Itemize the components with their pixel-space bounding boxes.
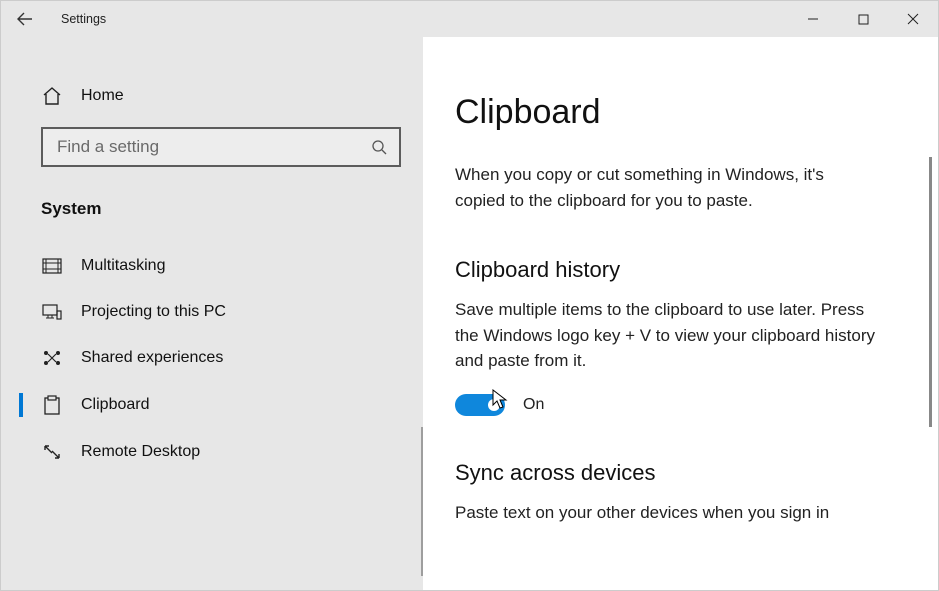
sidebar-item-home[interactable]: Home: [1, 77, 423, 115]
clipboard-history-desc: Save multiple items to the clipboard to …: [455, 297, 875, 374]
nav-label: Multitasking: [81, 257, 165, 275]
window-controls: [788, 1, 938, 37]
nav-label: Remote Desktop: [81, 443, 200, 461]
search-placeholder: Find a setting: [57, 137, 371, 157]
search-icon: [371, 139, 387, 155]
sidebar-item-remote[interactable]: Remote Desktop: [1, 429, 423, 475]
remote-icon: [41, 443, 63, 461]
nav-label: Shared experiences: [81, 349, 223, 367]
shared-icon: [41, 349, 63, 367]
home-label: Home: [81, 87, 124, 105]
maximize-icon: [858, 14, 869, 25]
sidebar: Home Find a setting System Multitasking: [1, 37, 423, 590]
sidebar-item-clipboard[interactable]: Clipboard: [1, 381, 423, 429]
nav-label: Projecting to this PC: [81, 303, 226, 321]
sync-devices-desc: Paste text on your other devices when yo…: [455, 500, 875, 526]
back-button[interactable]: [1, 1, 49, 37]
settings-window: Settings Home Find a sett: [0, 0, 939, 591]
home-icon: [41, 87, 63, 105]
projecting-icon: [41, 304, 63, 320]
sidebar-item-multitasking[interactable]: Multitasking: [1, 243, 423, 289]
sidebar-item-shared[interactable]: Shared experiences: [1, 335, 423, 381]
content-scrollbar[interactable]: [929, 157, 932, 427]
toggle-state-label: On: [523, 396, 544, 414]
arrow-left-icon: [17, 11, 33, 27]
nav-label: Clipboard: [81, 396, 149, 414]
search-input[interactable]: Find a setting: [41, 127, 401, 167]
maximize-button[interactable]: [838, 1, 888, 37]
page-intro: When you copy or cut something in Window…: [455, 162, 875, 213]
minimize-icon: [807, 13, 819, 25]
page-title: Clipboard: [455, 93, 892, 132]
sidebar-item-projecting[interactable]: Projecting to this PC: [1, 289, 423, 335]
section-clipboard-history: Clipboard history: [455, 257, 892, 283]
clipboard-history-toggle[interactable]: [455, 394, 505, 416]
clipboard-icon: [41, 395, 63, 415]
close-button[interactable]: [888, 1, 938, 37]
close-icon: [907, 13, 919, 25]
content-pane: Clipboard When you copy or cut something…: [423, 37, 938, 590]
section-sync-devices: Sync across devices: [455, 460, 892, 486]
minimize-button[interactable]: [788, 1, 838, 37]
toggle-knob: [488, 399, 500, 411]
titlebar: Settings: [1, 1, 938, 37]
window-title: Settings: [61, 12, 106, 26]
category-heading: System: [1, 193, 423, 243]
multitasking-icon: [41, 258, 63, 274]
